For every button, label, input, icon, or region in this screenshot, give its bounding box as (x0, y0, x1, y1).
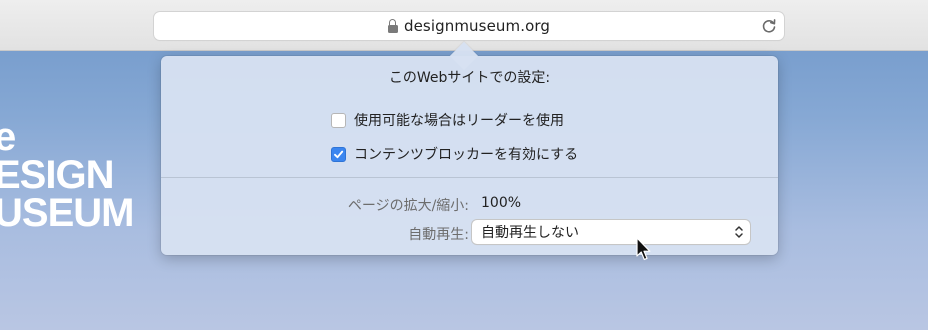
autoplay-selected-value: 自動再生しない (481, 225, 579, 241)
zoom-label: ページの拡大/縮小: (347, 198, 469, 214)
reader-checkbox[interactable] (331, 112, 346, 128)
website-settings-popover: このWebサイトでの設定: 使用可能な場合はリーダーを使用 コンテンツブロッカー… (161, 41, 778, 255)
content-blocker-checkbox[interactable] (331, 146, 346, 162)
divider (161, 177, 778, 178)
popover-title: このWebサイトでの設定: (388, 70, 551, 86)
autoplay-select[interactable]: 自動再生しない (472, 220, 750, 244)
content-blocker-label: コンテンツブロッカーを有効にする (354, 147, 579, 163)
reader-option[interactable]: 使用可能な場合はリーダーを使用 (331, 110, 564, 130)
zoom-value: 100% (481, 195, 522, 211)
reader-option-label: 使用可能な場合はリーダーを使用 (354, 113, 564, 129)
logo-line: ESIGN (0, 153, 114, 197)
site-logo[interactable]: e ESIGN USEUM (0, 115, 134, 235)
content-blocker-option[interactable]: コンテンツブロッカーを有効にする (331, 144, 578, 164)
address-bar[interactable]: designmuseum.org (154, 12, 784, 40)
lock-icon (387, 19, 398, 33)
chevron-updown-icon (735, 226, 743, 238)
checkmark-icon (334, 150, 344, 158)
logo-line: e (0, 115, 16, 159)
mouse-pointer-icon (636, 237, 651, 261)
reload-icon[interactable] (760, 17, 778, 35)
logo-line: USEUM (0, 191, 134, 235)
autoplay-label: 自動再生: (408, 227, 469, 243)
url-display: designmuseum.org (154, 12, 784, 40)
url-text: designmuseum.org (403, 17, 550, 35)
